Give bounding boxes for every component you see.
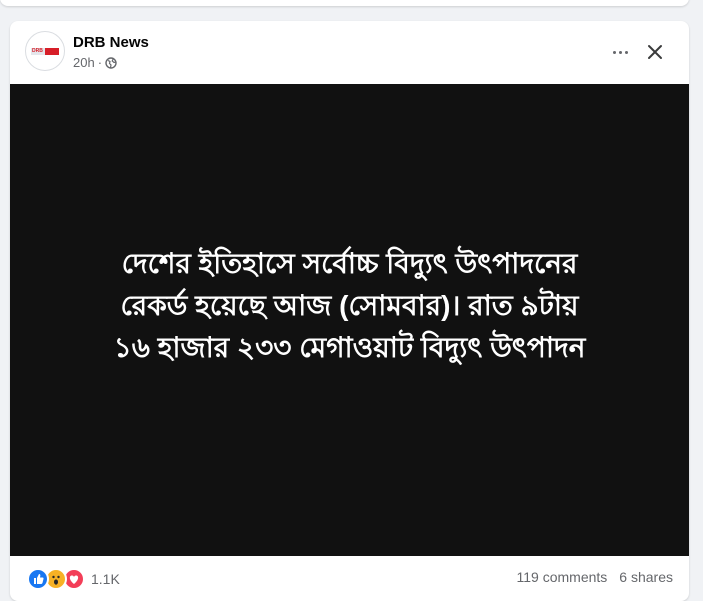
comments-count[interactable]: 119 comments — [517, 569, 608, 585]
post-footer: 1.1K 119 comments 6 shares — [10, 556, 689, 596]
post-image[interactable]: দেশের ইতিহাসে সর্বোচ্চ বিদ্যুৎ উৎপাদনের … — [10, 84, 689, 556]
meta-separator: · — [97, 55, 103, 70]
image-text-line: দেশের ইতিহাসে সর্বোচ্চ বিদ্যুৎ উৎপাদনের — [121, 248, 578, 279]
more-options-button[interactable] — [607, 39, 633, 65]
image-text-line: রেকর্ড হয়েছে আজ (সোমবার)। রাত ৯টায় — [120, 290, 579, 321]
more-options-icon — [612, 50, 616, 54]
logo-text: DRB — [32, 48, 43, 54]
page-avatar[interactable]: DRB — [25, 31, 65, 71]
reaction-summary[interactable]: 1.1K — [27, 568, 120, 590]
like-icon — [27, 568, 49, 590]
post-meta: 20h · — [73, 55, 117, 71]
news-post-card: DRB DRB News 20h · দেশের ইতিহাসে সর্বোচ্… — [10, 21, 689, 601]
drb-logo: DRB — [31, 48, 59, 55]
globe-icon — [105, 57, 117, 69]
image-text-line: ১৬ হাজার ২৩৩ মেগাওয়াট বিদ্যুৎ উৎপাদন — [113, 332, 586, 363]
post-time[interactable]: 20h — [73, 55, 95, 71]
engagement-stats: 119 comments 6 shares — [517, 569, 673, 585]
close-icon — [648, 45, 662, 59]
reaction-count[interactable]: 1.1K — [91, 571, 120, 587]
post-header: DRB DRB News 20h · — [10, 21, 689, 84]
previous-post-card — [0, 0, 689, 6]
close-button[interactable] — [642, 39, 668, 65]
post-image-text: দেশের ইতিহাসে সর্বোচ্চ বিদ্যুৎ উৎপাদনের … — [50, 243, 650, 369]
page-name[interactable]: DRB News — [73, 34, 149, 52]
shares-count[interactable]: 6 shares — [619, 569, 673, 585]
